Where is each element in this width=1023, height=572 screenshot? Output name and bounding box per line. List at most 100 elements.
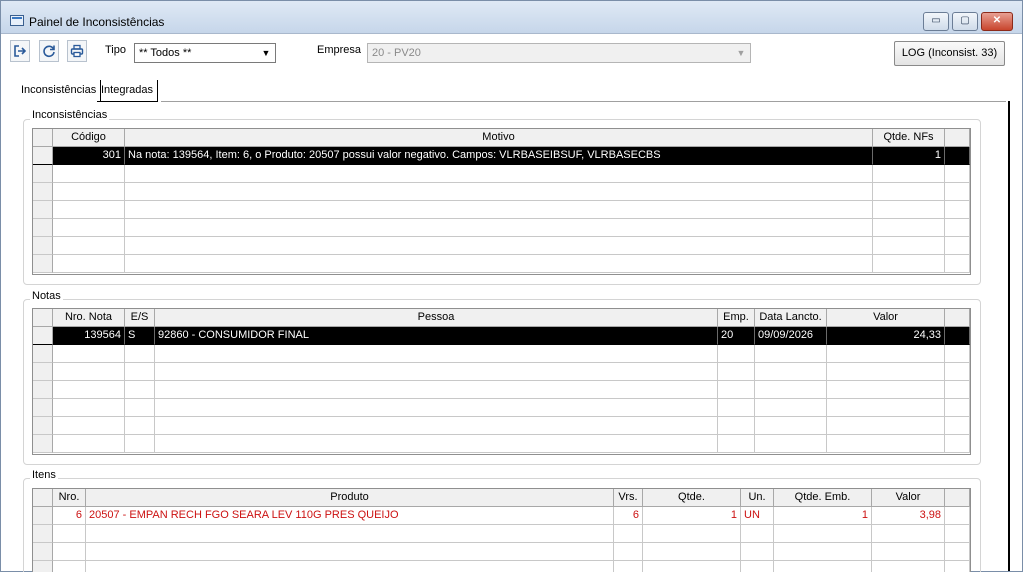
empty-cell[interactable] [53, 201, 125, 219]
empty-cell[interactable] [945, 219, 970, 237]
empty-cell[interactable] [755, 363, 827, 381]
empty-cell[interactable] [125, 183, 873, 201]
empty-cell[interactable] [125, 201, 873, 219]
empty-cell[interactable] [125, 435, 155, 453]
empty-cell[interactable] [873, 255, 945, 273]
empty-cell[interactable] [125, 417, 155, 435]
itens-grid[interactable]: Nro. Produto Vrs. Qtde. Un. Qtde. Emb. V… [32, 488, 971, 572]
close-button[interactable]: ✕ [981, 12, 1013, 31]
empty-cell[interactable] [718, 381, 755, 399]
cell-es[interactable]: S [125, 327, 155, 345]
column-header[interactable]: Qtde. [643, 489, 741, 507]
empty-cell[interactable] [53, 399, 125, 417]
empty-cell[interactable] [741, 525, 774, 543]
cell-nro[interactable]: 6 [53, 507, 86, 525]
empty-cell[interactable] [774, 525, 872, 543]
column-header[interactable]: Qtde. Emb. [774, 489, 872, 507]
empty-cell[interactable] [945, 255, 970, 273]
exit-button[interactable] [10, 40, 30, 62]
tab-integradas[interactable]: Integradas [97, 80, 158, 102]
empty-cell[interactable] [945, 561, 970, 572]
empty-cell[interactable] [155, 435, 718, 453]
empty-cell[interactable] [125, 255, 873, 273]
minimize-button[interactable]: ▭ [923, 12, 949, 31]
empty-cell[interactable] [755, 417, 827, 435]
column-header[interactable]: Nro. Nota [53, 309, 125, 327]
cell-nro-nota[interactable]: 139564 [53, 327, 125, 345]
chevron-down-icon[interactable]: ▼ [258, 45, 274, 61]
cell-produto[interactable]: 20507 - EMPAN RECH FGO SEARA LEV 110G PR… [86, 507, 614, 525]
empty-cell[interactable] [755, 399, 827, 417]
empty-cell[interactable] [718, 417, 755, 435]
cell-data-lancto[interactable]: 09/09/2026 [755, 327, 827, 345]
empty-cell[interactable] [53, 183, 125, 201]
column-header[interactable]: E/S [125, 309, 155, 327]
column-header[interactable]: Data Lancto. [755, 309, 827, 327]
empty-cell[interactable] [755, 345, 827, 363]
empty-cell[interactable] [873, 165, 945, 183]
empty-cell[interactable] [718, 363, 755, 381]
log-button[interactable]: LOG (Inconsist. 33) [894, 41, 1005, 66]
empty-cell[interactable] [827, 435, 945, 453]
empty-cell[interactable] [945, 345, 970, 363]
empty-cell[interactable] [53, 237, 125, 255]
column-header[interactable]: Pessoa [155, 309, 718, 327]
cell-vrs[interactable]: 6 [614, 507, 643, 525]
empty-cell[interactable] [945, 381, 970, 399]
empty-cell[interactable] [872, 543, 945, 561]
empty-cell[interactable] [741, 561, 774, 572]
empty-cell[interactable] [945, 237, 970, 255]
empty-cell[interactable] [53, 255, 125, 273]
empty-cell[interactable] [125, 381, 155, 399]
empty-cell[interactable] [945, 363, 970, 381]
column-header[interactable]: Valor [827, 309, 945, 327]
maximize-button[interactable]: ▢ [952, 12, 978, 31]
empty-cell[interactable] [945, 201, 970, 219]
empty-cell[interactable] [53, 543, 86, 561]
empty-cell[interactable] [718, 435, 755, 453]
empty-cell[interactable] [827, 381, 945, 399]
empty-cell[interactable] [873, 219, 945, 237]
cell-emp[interactable]: 20 [718, 327, 755, 345]
column-header[interactable]: Nro. [53, 489, 86, 507]
empty-cell[interactable] [945, 525, 970, 543]
empty-cell[interactable] [155, 399, 718, 417]
column-header[interactable]: Qtde. NFs [873, 129, 945, 147]
empty-cell[interactable] [155, 345, 718, 363]
empty-cell[interactable] [155, 381, 718, 399]
empty-cell[interactable] [718, 399, 755, 417]
empty-cell[interactable] [125, 237, 873, 255]
empty-cell[interactable] [155, 363, 718, 381]
empty-cell[interactable] [53, 417, 125, 435]
column-header[interactable]: Produto [86, 489, 614, 507]
column-header[interactable]: Un. [741, 489, 774, 507]
cell-qtde[interactable]: 1 [643, 507, 741, 525]
empresa-select[interactable]: 20 - PV20 ▼ [367, 43, 751, 63]
column-header[interactable]: Emp. [718, 309, 755, 327]
chevron-down-icon[interactable]: ▼ [733, 45, 749, 61]
empty-cell[interactable] [614, 561, 643, 572]
empty-cell[interactable] [872, 561, 945, 572]
inconsistencias-grid[interactable]: Código Motivo Qtde. NFs 301 Na nota: 139… [32, 128, 971, 275]
refresh-button[interactable] [39, 40, 59, 62]
empty-cell[interactable] [125, 219, 873, 237]
empty-cell[interactable] [125, 363, 155, 381]
empty-cell[interactable] [86, 561, 614, 572]
empty-cell[interactable] [614, 543, 643, 561]
empty-cell[interactable] [86, 543, 614, 561]
empty-cell[interactable] [643, 561, 741, 572]
empty-cell[interactable] [945, 543, 970, 561]
column-header[interactable]: Código [53, 129, 125, 147]
cell-qtde-emb[interactable]: 1 [774, 507, 872, 525]
empty-cell[interactable] [755, 381, 827, 399]
empty-cell[interactable] [53, 525, 86, 543]
column-header[interactable]: Valor [872, 489, 945, 507]
empty-cell[interactable] [53, 435, 125, 453]
empty-cell[interactable] [945, 417, 970, 435]
empty-cell[interactable] [945, 435, 970, 453]
empty-cell[interactable] [53, 363, 125, 381]
cell-un[interactable]: UN [741, 507, 774, 525]
empty-cell[interactable] [125, 345, 155, 363]
notas-grid[interactable]: Nro. Nota E/S Pessoa Emp. Data Lancto. V… [32, 308, 971, 455]
cell-motivo[interactable]: Na nota: 139564, Item: 6, o Produto: 205… [125, 147, 873, 165]
